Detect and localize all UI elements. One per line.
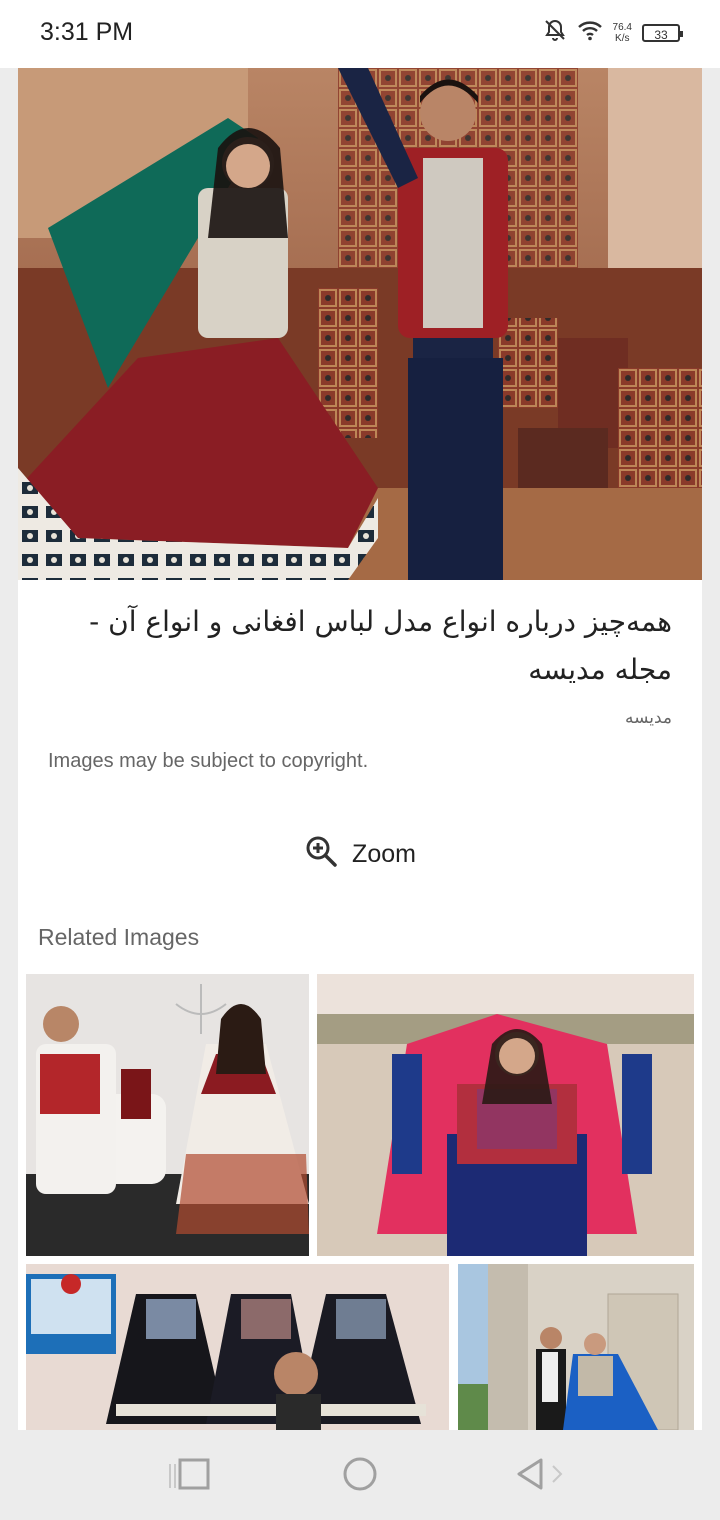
status-icons: 76.4 K/s 33 xyxy=(543,18,683,47)
battery-level: 33 xyxy=(654,27,668,42)
net-speed-unit: K/s xyxy=(615,32,630,44)
status-bar: 3:31 PM 76.4 K/s 33 xyxy=(0,0,720,68)
notifications-off-icon xyxy=(543,18,567,47)
status-time: 3:31 PM xyxy=(40,18,134,46)
net-speed-value: 76.4 xyxy=(612,21,632,33)
back-button[interactable] xyxy=(513,1454,563,1499)
image-caption[interactable]: همه‌چیز درباره انواع مدل لباس افغانی و ا… xyxy=(48,598,672,694)
related-image[interactable] xyxy=(26,974,309,1256)
related-images-title: Related Images xyxy=(38,924,200,950)
zoom-in-icon xyxy=(304,834,338,875)
battery-icon: 33 xyxy=(642,23,683,42)
back-icon xyxy=(513,1454,563,1499)
home-icon xyxy=(340,1454,380,1499)
recents-button[interactable] xyxy=(166,1454,210,1498)
recents-icon xyxy=(166,1454,210,1499)
home-button[interactable] xyxy=(338,1454,382,1498)
related-image[interactable] xyxy=(317,974,694,1256)
copyright-notice: Images may be subject to copyright. xyxy=(48,750,369,772)
related-image[interactable] xyxy=(26,1264,449,1430)
zoom-button[interactable]: Zoom xyxy=(18,834,702,875)
navigation-bar xyxy=(0,1430,720,1520)
wifi-icon xyxy=(577,19,603,46)
related-image[interactable] xyxy=(458,1264,694,1430)
main-image[interactable] xyxy=(18,68,702,580)
zoom-label: Zoom xyxy=(352,840,416,868)
image-source[interactable]: مدیسه xyxy=(625,708,672,728)
image-detail-card: همه‌چیز درباره انواع مدل لباس افغانی و ا… xyxy=(18,68,702,1430)
net-speed: 76.4 K/s xyxy=(613,22,632,44)
